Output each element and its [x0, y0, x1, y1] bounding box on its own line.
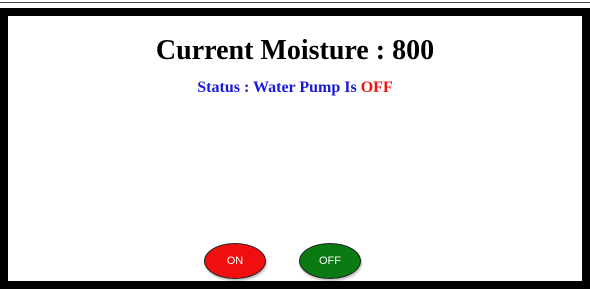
pump-status-label: Status : Water Pump Is	[197, 79, 361, 96]
moisture-title: Current Moisture : 800	[155, 35, 435, 66]
pump-status-value: OFF	[360, 79, 393, 96]
pump-off-button[interactable]: OFF	[299, 243, 361, 279]
pump-status: Status : Water Pump Is OFF	[8, 78, 582, 98]
top-divider	[0, 2, 590, 3]
pump-on-button[interactable]: ON	[204, 243, 266, 279]
dashboard-panel: Current Moisture : 800 Status : Water Pu…	[0, 8, 590, 289]
